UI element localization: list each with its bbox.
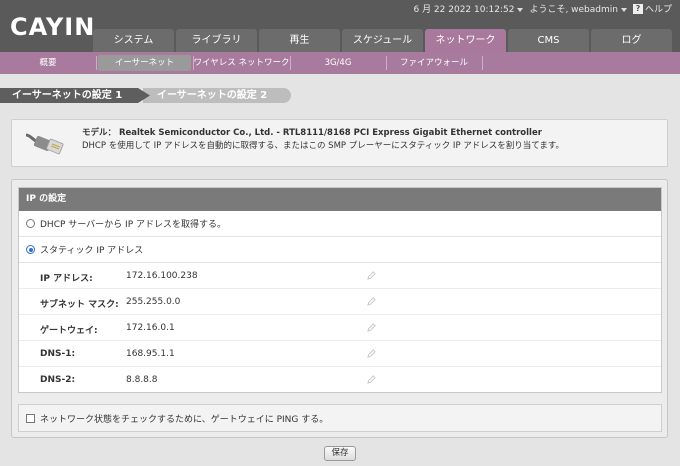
top-header: CAYIN 6 月 22 2022 10:12:52 ようこそ, webadmi… [0, 0, 680, 53]
tab-ethernet-2[interactable]: イーサーネットの設定 2 [143, 88, 291, 103]
sub-nav: 概要 イーサーネット ワイヤレス ネットワーク 3G/4G ファイアウォール [0, 52, 680, 74]
static-option-row[interactable]: スタティック IP アドレス [19, 237, 661, 263]
subnet-mask-value[interactable]: 255.255.0.0 [126, 297, 180, 307]
subtab-3g4g[interactable]: 3G/4G [290, 55, 386, 71]
help-icon: ? [632, 3, 643, 14]
pencil-icon[interactable] [367, 349, 376, 358]
divider [482, 56, 483, 70]
tab-library[interactable]: ライブラリ [176, 29, 257, 53]
pencil-icon[interactable] [367, 375, 376, 384]
pencil-icon[interactable] [367, 297, 376, 306]
subnet-mask-row: サブネット マスク: 255.255.0.0 [19, 289, 661, 315]
pencil-icon[interactable] [367, 271, 376, 280]
cayin-logo: CAYIN [10, 13, 96, 41]
help-link[interactable]: ? ヘルプ [632, 2, 672, 15]
gateway-row: ゲートウェイ: 172.16.0.1 [19, 315, 661, 341]
dns1-row: DNS-1: 168.95.1.1 [19, 341, 661, 367]
dns2-row: DNS-2: 8.8.8.8 [19, 367, 661, 393]
tab-ethernet-1[interactable]: イーサーネットの設定 1 [0, 88, 150, 103]
subtab-firewall[interactable]: ファイアウォール [386, 55, 482, 71]
gateway-label: ゲートウェイ: [40, 326, 98, 336]
tab-system[interactable]: システム [93, 29, 174, 53]
divider [96, 56, 97, 70]
ping-gateway-checkbox[interactable] [26, 413, 35, 423]
tab-network[interactable]: ネットワーク [425, 29, 506, 53]
dhcp-radio[interactable] [26, 219, 35, 228]
dns2-label: DNS-2: [40, 375, 76, 385]
adapter-info-text: モデル： Realtek Semiconductor Co., Ltd. - R… [82, 127, 564, 153]
dns1-value[interactable]: 168.95.1.1 [126, 349, 175, 359]
subnet-mask-label: サブネット マスク: [40, 300, 119, 310]
user-menu[interactable]: ようこそ, webadmin [529, 2, 627, 15]
ping-gateway-label: ネットワーク状態をチェックするために、ゲートウェイに PING する。 [40, 414, 329, 425]
pencil-icon[interactable] [367, 323, 376, 332]
tab-schedule[interactable]: スケジュール [342, 29, 423, 53]
static-option-label: スタティック IP アドレス [40, 246, 144, 256]
chevron-down-icon [517, 7, 524, 12]
ip-address-row: IP アドレス: 172.16.100.238 [19, 263, 661, 289]
dns1-label: DNS-1: [40, 349, 76, 359]
adapter-info-box: モデル： Realtek Semiconductor Co., Ltd. - R… [11, 119, 668, 167]
subtab-overview[interactable]: 概要 [0, 55, 96, 71]
ip-address-label: IP アドレス: [40, 274, 93, 284]
subtab-ethernet[interactable]: イーサーネット [98, 55, 191, 71]
status-line: 6 月 22 2022 10:12:52 ようこそ, webadmin ? ヘルプ [413, 2, 672, 15]
ip-address-value[interactable]: 172.16.100.238 [126, 271, 198, 281]
dns2-value[interactable]: 8.8.8.8 [126, 375, 158, 385]
save-button[interactable]: 保存 [324, 446, 356, 461]
gateway-value[interactable]: 172.16.0.1 [126, 323, 175, 333]
main-nav: システム ライブラリ 再生 スケジュール ネットワーク CMS ログ [93, 29, 674, 53]
tab-log[interactable]: ログ [591, 29, 672, 53]
dhcp-option-label: DHCP サーバーから IP アドレスを取得する。 [40, 220, 226, 230]
chevron-down-icon [620, 7, 627, 12]
model-line: モデル： Realtek Semiconductor Co., Ltd. - R… [82, 128, 542, 138]
tab-cms[interactable]: CMS [508, 29, 589, 53]
subtab-wireless[interactable]: ワイヤレス ネットワーク [193, 55, 290, 71]
info-description: DHCP を使用して IP アドレスを自動的に取得する、またはこの SMP プレ… [82, 141, 564, 151]
dhcp-option-row[interactable]: DHCP サーバーから IP アドレスを取得する。 [19, 211, 661, 237]
static-radio[interactable] [26, 245, 35, 254]
ip-settings-panel: IP の設定 DHCP サーバーから IP アドレスを取得する。 スタティック … [18, 187, 662, 393]
ip-settings-title: IP の設定 [19, 188, 661, 211]
ping-gateway-row[interactable]: ネットワーク状態をチェックするために、ゲートウェイに PING する。 [18, 404, 662, 432]
ethernet-cable-icon [25, 133, 64, 155]
tab-playback[interactable]: 再生 [259, 29, 340, 53]
datetime-menu[interactable]: 6 月 22 2022 10:12:52 [413, 2, 524, 15]
